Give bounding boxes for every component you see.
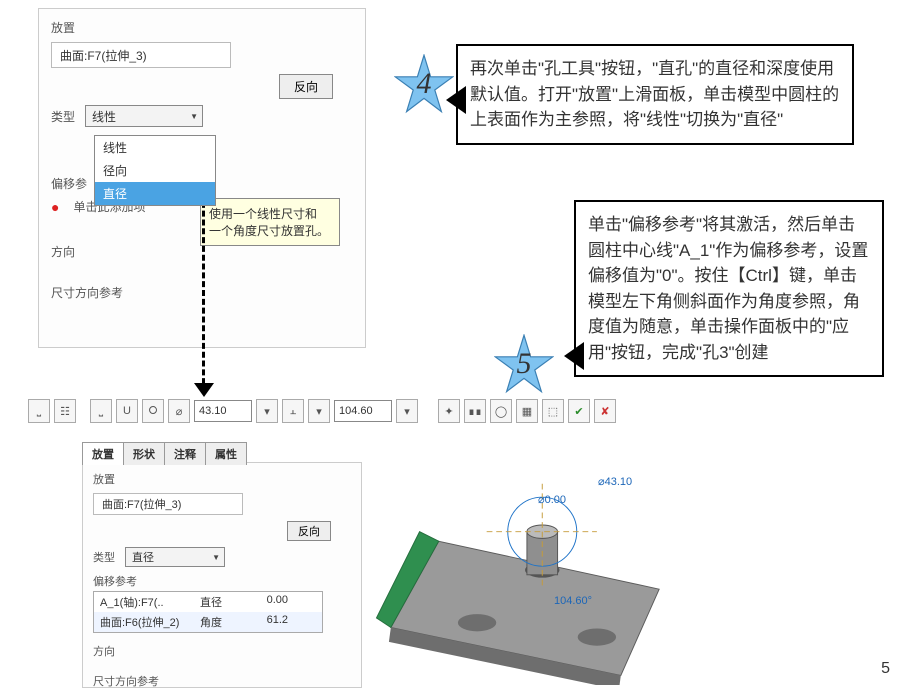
offset-ref-table[interactable]: A_1(轴):F7(.. 直径 0.00 曲面:F6(拉伸_2) 角度 61.2 — [93, 591, 323, 633]
dd-1[interactable]: ▾ — [256, 399, 278, 423]
misc-btn-2[interactable]: ◯ — [490, 399, 512, 423]
placement-panel-bottom: 放置 曲面:F7(拉伸_3) 反向 类型 直径 偏移参考 A_1(轴):F7(.… — [82, 462, 362, 688]
type-select[interactable]: 线性 — [85, 105, 203, 127]
bullet-icon: ● — [51, 199, 59, 215]
tab-properties[interactable]: 属性 — [205, 442, 247, 465]
dim-0: ⌀0.00 — [538, 493, 566, 506]
p2-surface-input[interactable]: 曲面:F7(拉伸_3) — [93, 493, 243, 515]
depth-icon[interactable]: ⫠ — [282, 399, 304, 423]
p2-type-select[interactable]: 直径 — [125, 547, 225, 567]
p2-type-label: 类型 — [93, 549, 115, 565]
type-dropdown-list[interactable]: 线性 径向 直径 — [94, 135, 216, 206]
direction-label: 方向 — [51, 243, 75, 260]
table-row: A_1(轴):F7(.. 直径 0.00 — [94, 592, 322, 612]
dim-43: ⌀43.10 — [598, 475, 632, 488]
tab-placement[interactable]: 放置 — [82, 442, 124, 465]
depth-value[interactable]: 104.60 — [334, 400, 392, 422]
type-option-diameter[interactable]: 直径 — [95, 182, 215, 205]
model-3d-view: ⌀0.00 ⌀43.10 104.60° — [370, 455, 680, 685]
type-option-linear[interactable]: 线性 — [95, 136, 215, 159]
type-option-radial[interactable]: 径向 — [95, 159, 215, 182]
tool-btn-1[interactable]: ⎵ — [28, 399, 50, 423]
tool-btn-u[interactable]: U — [116, 399, 138, 423]
apply-icon[interactable]: ✔ — [568, 399, 590, 423]
placement-header: 放置 — [51, 19, 353, 36]
diameter-icon: ⌀ — [168, 399, 190, 423]
misc-btn-1[interactable]: ✦ — [438, 399, 460, 423]
dim-direction-label: 尺寸方向参考 — [51, 284, 123, 301]
tab-note[interactable]: 注释 — [164, 442, 206, 465]
option-tooltip: 使用一个线性尺寸和 一个角度尺寸放置孔。 — [200, 198, 340, 246]
table-row: 曲面:F6(拉伸_2) 角度 61.2 — [94, 612, 322, 632]
dashed-arrow-down — [202, 193, 205, 393]
offset-ref-label: 偏移参 — [51, 175, 87, 192]
callout-step5: 单击"偏移参考"将其激活，然后单击圆柱中心线"A_1"作为偏移参考，设置偏移值为… — [574, 200, 884, 377]
dim-angle: 104.60° — [554, 595, 592, 607]
p2-dim-dir-label: 尺寸方向参考 — [93, 673, 351, 689]
dd-2[interactable]: ▾ — [308, 399, 330, 423]
type-label: 类型 — [51, 108, 75, 125]
p2-direction-label: 方向 — [93, 643, 351, 659]
pause-btn[interactable]: ∎∎ — [464, 399, 486, 423]
misc-btn-3[interactable]: ▦ — [516, 399, 538, 423]
diameter-value[interactable]: 43.10 — [194, 400, 252, 422]
dd-3[interactable]: ▾ — [396, 399, 418, 423]
reverse-button[interactable]: 反向 — [279, 74, 333, 99]
cancel-icon[interactable]: ✘ — [594, 399, 616, 423]
feature-toolbar: ⎵ ☷ ⎵ U ⭘ ⌀ 43.10 ▾ ⫠ ▾ 104.60 ▾ ✦ ∎∎ ◯ … — [28, 396, 616, 426]
p2-reverse-button[interactable]: 反向 — [287, 521, 331, 541]
p2-offset-label: 偏移参考 — [93, 573, 351, 589]
tool-btn-chain[interactable]: ⭘ — [142, 399, 164, 423]
callout-step4: 再次单击"孔工具"按钮，"直孔"的直径和深度使用默认值。打开"放置"上滑面板，单… — [456, 44, 854, 145]
tab-shape[interactable]: 形状 — [123, 442, 165, 465]
page-number: 5 — [881, 660, 890, 678]
p2-header: 放置 — [93, 471, 351, 487]
tool-btn-3[interactable]: ⎵ — [90, 399, 112, 423]
tool-btn-2[interactable]: ☷ — [54, 399, 76, 423]
step-star-5: 5 — [494, 334, 554, 394]
surface-ref-input[interactable]: 曲面:F7(拉伸_3) — [51, 42, 231, 68]
misc-btn-4[interactable]: ⬚ — [542, 399, 564, 423]
panel-tabs: 放置 形状 注释 属性 — [82, 442, 246, 465]
